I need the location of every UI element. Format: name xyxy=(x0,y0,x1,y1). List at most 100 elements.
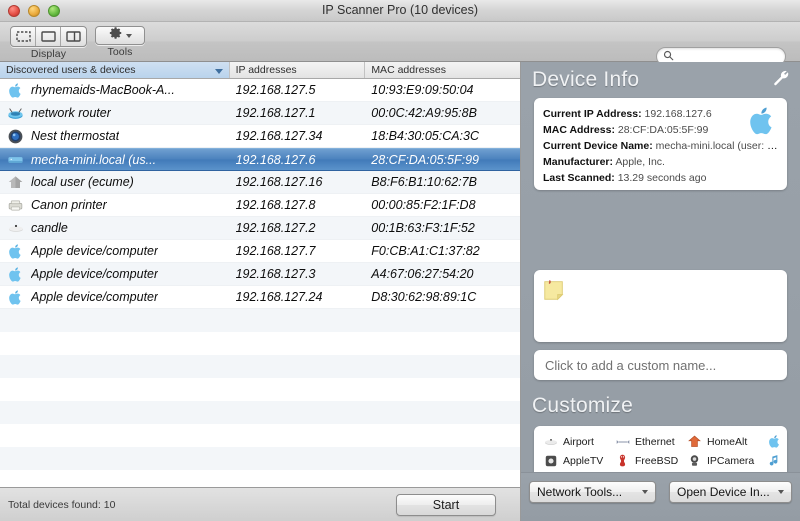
row-device-name: network router xyxy=(31,106,111,120)
open-device-in-button[interactable]: Open Device In... xyxy=(669,481,792,503)
row-device-cell: network router xyxy=(0,105,230,121)
device-list-pane: Discovered users & devices IP addresses … xyxy=(0,62,521,487)
customize-label-ethernet: Ethernet xyxy=(635,435,675,448)
row-device-name: local user (ecume) xyxy=(31,175,134,189)
wrench-icon[interactable] xyxy=(772,69,790,92)
row-ip: 192.168.127.5 xyxy=(235,83,316,97)
customize-item-music[interactable] xyxy=(767,452,786,469)
device-info-label-mac: MAC Address: xyxy=(543,124,615,136)
device-info-value-ip: 192.168.127.6 xyxy=(644,108,712,120)
table-row[interactable]: local user (ecume) 192.168.127.16 B8:F6:… xyxy=(0,171,520,194)
notes-card[interactable] xyxy=(534,270,787,342)
row-mac: 18:B4:30:05:CA:3C xyxy=(371,129,480,143)
row-mac: 10:93:E9:09:50:04 xyxy=(371,83,474,97)
empty-row xyxy=(0,378,520,401)
row-device-name: Nest thermostat xyxy=(31,129,120,143)
device-info-row-name: Current Device Name: mecha-mini.local (u… xyxy=(543,138,778,154)
segment-split-pane-view[interactable] xyxy=(61,27,86,46)
apple-icon xyxy=(7,289,24,305)
table-row[interactable]: network router 192.168.127.1 00:0C:42:A9… xyxy=(0,102,520,125)
device-rows: rhynemaids-MacBook-A... 192.168.127.5 10… xyxy=(0,79,520,487)
table-row[interactable]: Apple device/computer 192.168.127.24 D8:… xyxy=(0,286,520,309)
tools-group-label: Tools xyxy=(107,46,133,58)
column-header-ip-label: IP addresses xyxy=(235,64,297,76)
row-device-cell: Apple device/computer xyxy=(0,289,230,305)
music-icon xyxy=(767,454,782,468)
row-mac: A4:67:06:27:54:20 xyxy=(371,267,474,281)
table-row[interactable]: Apple device/computer 192.168.127.3 A4:6… xyxy=(0,263,520,286)
row-ip: 192.168.127.16 xyxy=(235,175,323,189)
segment-single-pane-view[interactable] xyxy=(36,27,61,46)
customize-label-appletv: AppleTV xyxy=(563,454,604,467)
tools-group: Tools xyxy=(95,26,145,58)
row-ip: 192.168.127.2 xyxy=(235,221,316,235)
custom-name-field[interactable]: Click to add a custom name... xyxy=(534,350,787,380)
segment-select-all-view[interactable] xyxy=(11,27,36,46)
customize-item-appletv[interactable]: AppleTV xyxy=(543,452,615,469)
device-info-label-manufacturer: Manufacturer: xyxy=(543,156,614,168)
chevron-down-icon xyxy=(642,490,648,494)
toolbar: Display Tools xyxy=(0,22,800,79)
empty-row xyxy=(0,424,520,447)
table-row[interactable]: candle 192.168.127.2 00:1B:63:F3:1F:52 xyxy=(0,217,520,240)
column-header-mac[interactable]: MAC addresses xyxy=(365,62,520,78)
apple-icon xyxy=(7,266,24,282)
row-ip: 192.168.127.1 xyxy=(235,106,316,120)
sidebar: Device Info Current IP Address: 192.168.… xyxy=(521,62,800,521)
customize-item-airport[interactable]: Airport xyxy=(543,433,615,450)
row-ip: 192.168.127.8 xyxy=(235,198,316,212)
row-mac: 28:CF:DA:05:5F:99 xyxy=(371,152,479,167)
row-device-cell: Apple device/computer xyxy=(0,243,230,259)
table-row[interactable]: Canon printer 192.168.127.8 00:00:85:F2:… xyxy=(0,194,520,217)
device-info-row-ip: Current IP Address: 192.168.127.6 xyxy=(543,106,778,122)
column-header-devices-label: Discovered users & devices xyxy=(6,64,136,76)
row-device-name: mecha-mini.local (us... xyxy=(31,152,157,167)
column-header-devices[interactable]: Discovered users & devices xyxy=(0,62,230,78)
column-header-mac-label: MAC addresses xyxy=(371,64,447,76)
status-bar: Total devices found: 10 Start xyxy=(0,487,521,521)
customize-item-freebsd[interactable]: FreeBSD xyxy=(615,452,687,469)
total-devices-label: Total devices found: 10 xyxy=(8,499,116,511)
ipcamera-icon xyxy=(687,454,702,468)
gear-icon xyxy=(109,26,123,45)
tools-button[interactable] xyxy=(95,26,145,45)
mac-mini-icon xyxy=(7,152,24,168)
customize-item-ethernet[interactable]: Ethernet xyxy=(615,433,687,450)
title-bar: IP Scanner Pro (10 devices) xyxy=(0,0,800,22)
row-mac: B8:F6:B1:10:62:7B xyxy=(371,175,477,189)
chevron-down-icon xyxy=(778,490,784,494)
empty-row xyxy=(0,470,520,487)
display-segmented-control[interactable] xyxy=(10,26,87,47)
row-mac: 00:00:85:F2:1F:D8 xyxy=(371,198,476,212)
open-device-label: Open Device In... xyxy=(677,485,770,499)
table-row[interactable]: Nest thermostat 192.168.127.34 18:B4:30:… xyxy=(0,125,520,148)
customize-item-ipcamera[interactable]: IPCamera xyxy=(687,452,767,469)
appletv-icon xyxy=(543,454,558,468)
customize-label-ipcamera: IPCamera xyxy=(707,454,755,467)
row-device-name: Apple device/computer xyxy=(31,267,159,281)
empty-row xyxy=(0,332,520,355)
device-info-row-last-scanned: Last Scanned: 13.29 seconds ago xyxy=(543,170,778,186)
nest-icon xyxy=(7,128,24,144)
freebsd-icon xyxy=(615,454,630,468)
column-header-ip[interactable]: IP addresses xyxy=(230,62,366,78)
home-icon xyxy=(7,174,24,190)
network-tools-button[interactable]: Network Tools... xyxy=(529,481,656,503)
chevron-down-icon xyxy=(125,33,132,38)
start-button[interactable]: Start xyxy=(396,494,496,516)
device-info-header: Device Info xyxy=(532,68,790,92)
device-info-card: Current IP Address: 192.168.127.6 MAC Ad… xyxy=(534,98,787,190)
homealt-icon xyxy=(687,435,702,449)
row-ip: 192.168.127.3 xyxy=(235,267,316,281)
ip-scanner-window: IP Scanner Pro (10 devices) Display Tool… xyxy=(0,0,800,521)
sticky-note-icon xyxy=(542,278,779,307)
table-row-selected[interactable]: mecha-mini.local (us... 192.168.127.6 28… xyxy=(0,148,520,171)
table-row[interactable]: Apple device/computer 192.168.127.7 F0:C… xyxy=(0,240,520,263)
device-info-row-mac: MAC Address: 28:CF:DA:05:5F:99 xyxy=(543,122,778,138)
row-mac: D8:30:62:98:89:1C xyxy=(371,290,477,304)
row-device-cell: local user (ecume) xyxy=(0,174,230,190)
table-row[interactable]: rhynemaids-MacBook-A... 192.168.127.5 10… xyxy=(0,79,520,102)
customize-item-apple[interactable] xyxy=(767,433,786,450)
customize-item-homealt[interactable]: HomeAlt xyxy=(687,433,767,450)
row-device-cell: candle xyxy=(0,220,230,236)
